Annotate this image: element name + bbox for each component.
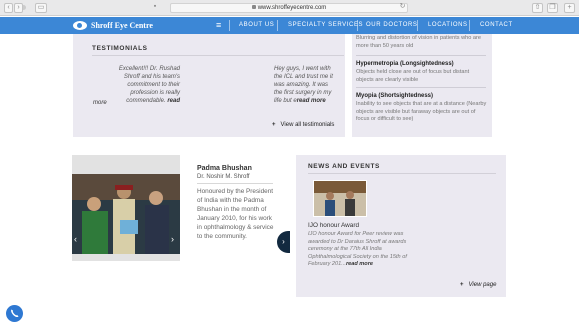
nav-locations[interactable]: LOCATIONS — [428, 22, 468, 28]
share-icon[interactable]: ⇧ — [532, 3, 543, 13]
news-image[interactable] — [313, 180, 367, 217]
testimonial-quote: Excellent!!! Dr. Rushad Shroff and his t… — [118, 65, 180, 105]
testimonials-heading: TESTIMONIALS — [92, 45, 148, 52]
condition-text: Inability to see objects that are at a d… — [356, 101, 487, 122]
read-more-link[interactable]: read — [167, 98, 180, 104]
new-tab-icon[interactable]: + — [564, 3, 575, 13]
nav-about-us[interactable]: ABOUT US — [239, 22, 274, 28]
nav-our-doctors[interactable]: OUR DOCTORS — [366, 22, 418, 28]
condition-title[interactable]: Myopia (Shortsightedness) — [356, 93, 433, 99]
carousel-next-button[interactable]: › — [277, 231, 290, 253]
award-description: Honoured by the President of India with … — [197, 188, 274, 240]
read-more-link[interactable]: read more — [297, 98, 326, 104]
nav-divider — [469, 20, 470, 31]
nav-divider — [357, 20, 358, 31]
award-title: Padma Bhushan — [197, 165, 252, 172]
tabs-icon[interactable]: ❐ — [547, 3, 558, 13]
nav-divider — [229, 20, 230, 31]
condition-text: Blurring and distortion of vision in pat… — [356, 35, 481, 49]
shield-icon[interactable]: ▪ — [150, 3, 160, 13]
url-text: www.shroffeyecentre.com — [257, 5, 327, 11]
read-more-link[interactable]: more — [93, 100, 107, 106]
phone-icon — [11, 309, 19, 318]
chevron-right-icon: › — [282, 237, 285, 246]
sidebar-icon[interactable]: ▭ — [35, 3, 47, 13]
brand-name: Shroff Eye Centre — [91, 21, 153, 30]
next-slide-icon[interactable]: › — [171, 234, 174, 244]
testimonial-quote: Hey guys, I went with the ICL and trust … — [274, 65, 336, 105]
phone-call-button[interactable] — [6, 305, 23, 322]
nav-contact[interactable]: CONTACT — [480, 22, 513, 28]
nav-divider — [277, 20, 278, 31]
plus-icon: + — [272, 122, 276, 128]
view-all-label: View all testimonials — [280, 122, 335, 128]
news-heading: NEWS AND EVENTS — [308, 163, 380, 170]
back-icon[interactable]: ‹ — [4, 3, 13, 13]
award-person: Dr. Noshir M. Shroff — [197, 174, 250, 180]
read-more-link[interactable]: read more — [346, 261, 373, 267]
nav-divider — [417, 20, 418, 31]
condition-text: Objects held close are out of focus but … — [356, 69, 470, 83]
news-item-body: IJO honour Award for Peer review was awa… — [308, 231, 413, 269]
divider — [92, 55, 344, 56]
view-page-link[interactable]: + View page — [460, 282, 496, 288]
browser-toolbar: ‹ › ▭ ▪ www.shroffeyecentre.com ↻ ⇧ ❐ + — [0, 0, 579, 16]
view-page-label: View page — [468, 282, 497, 288]
condition-title[interactable]: Hypermetropia (Longsightedness) — [356, 61, 454, 67]
divider — [356, 55, 486, 56]
address-bar[interactable]: www.shroffeyecentre.com — [170, 3, 408, 13]
view-all-testimonials-link[interactable]: + View all testimonials — [272, 122, 334, 128]
main-nav: Shroff Eye Centre ≡ ABOUT US SPECIALTY S… — [0, 17, 579, 34]
plus-icon: + — [460, 282, 464, 288]
prev-slide-icon[interactable]: ‹ — [74, 234, 77, 244]
logo[interactable]: Shroff Eye Centre — [73, 19, 153, 32]
divider — [197, 183, 273, 184]
divider — [356, 87, 486, 88]
reload-icon[interactable]: ↻ — [398, 3, 407, 13]
nav-specialty-services[interactable]: SPECIALTY SERVICES — [288, 22, 363, 28]
eye-logo-icon — [73, 21, 87, 30]
hamburger-icon[interactable]: ≡ — [216, 20, 224, 30]
divider — [308, 173, 496, 174]
forward-icon[interactable]: › — [14, 3, 23, 13]
news-item-title[interactable]: IJO honour Award — [308, 222, 359, 229]
lock-icon — [251, 5, 256, 10]
award-photo — [72, 174, 180, 254]
